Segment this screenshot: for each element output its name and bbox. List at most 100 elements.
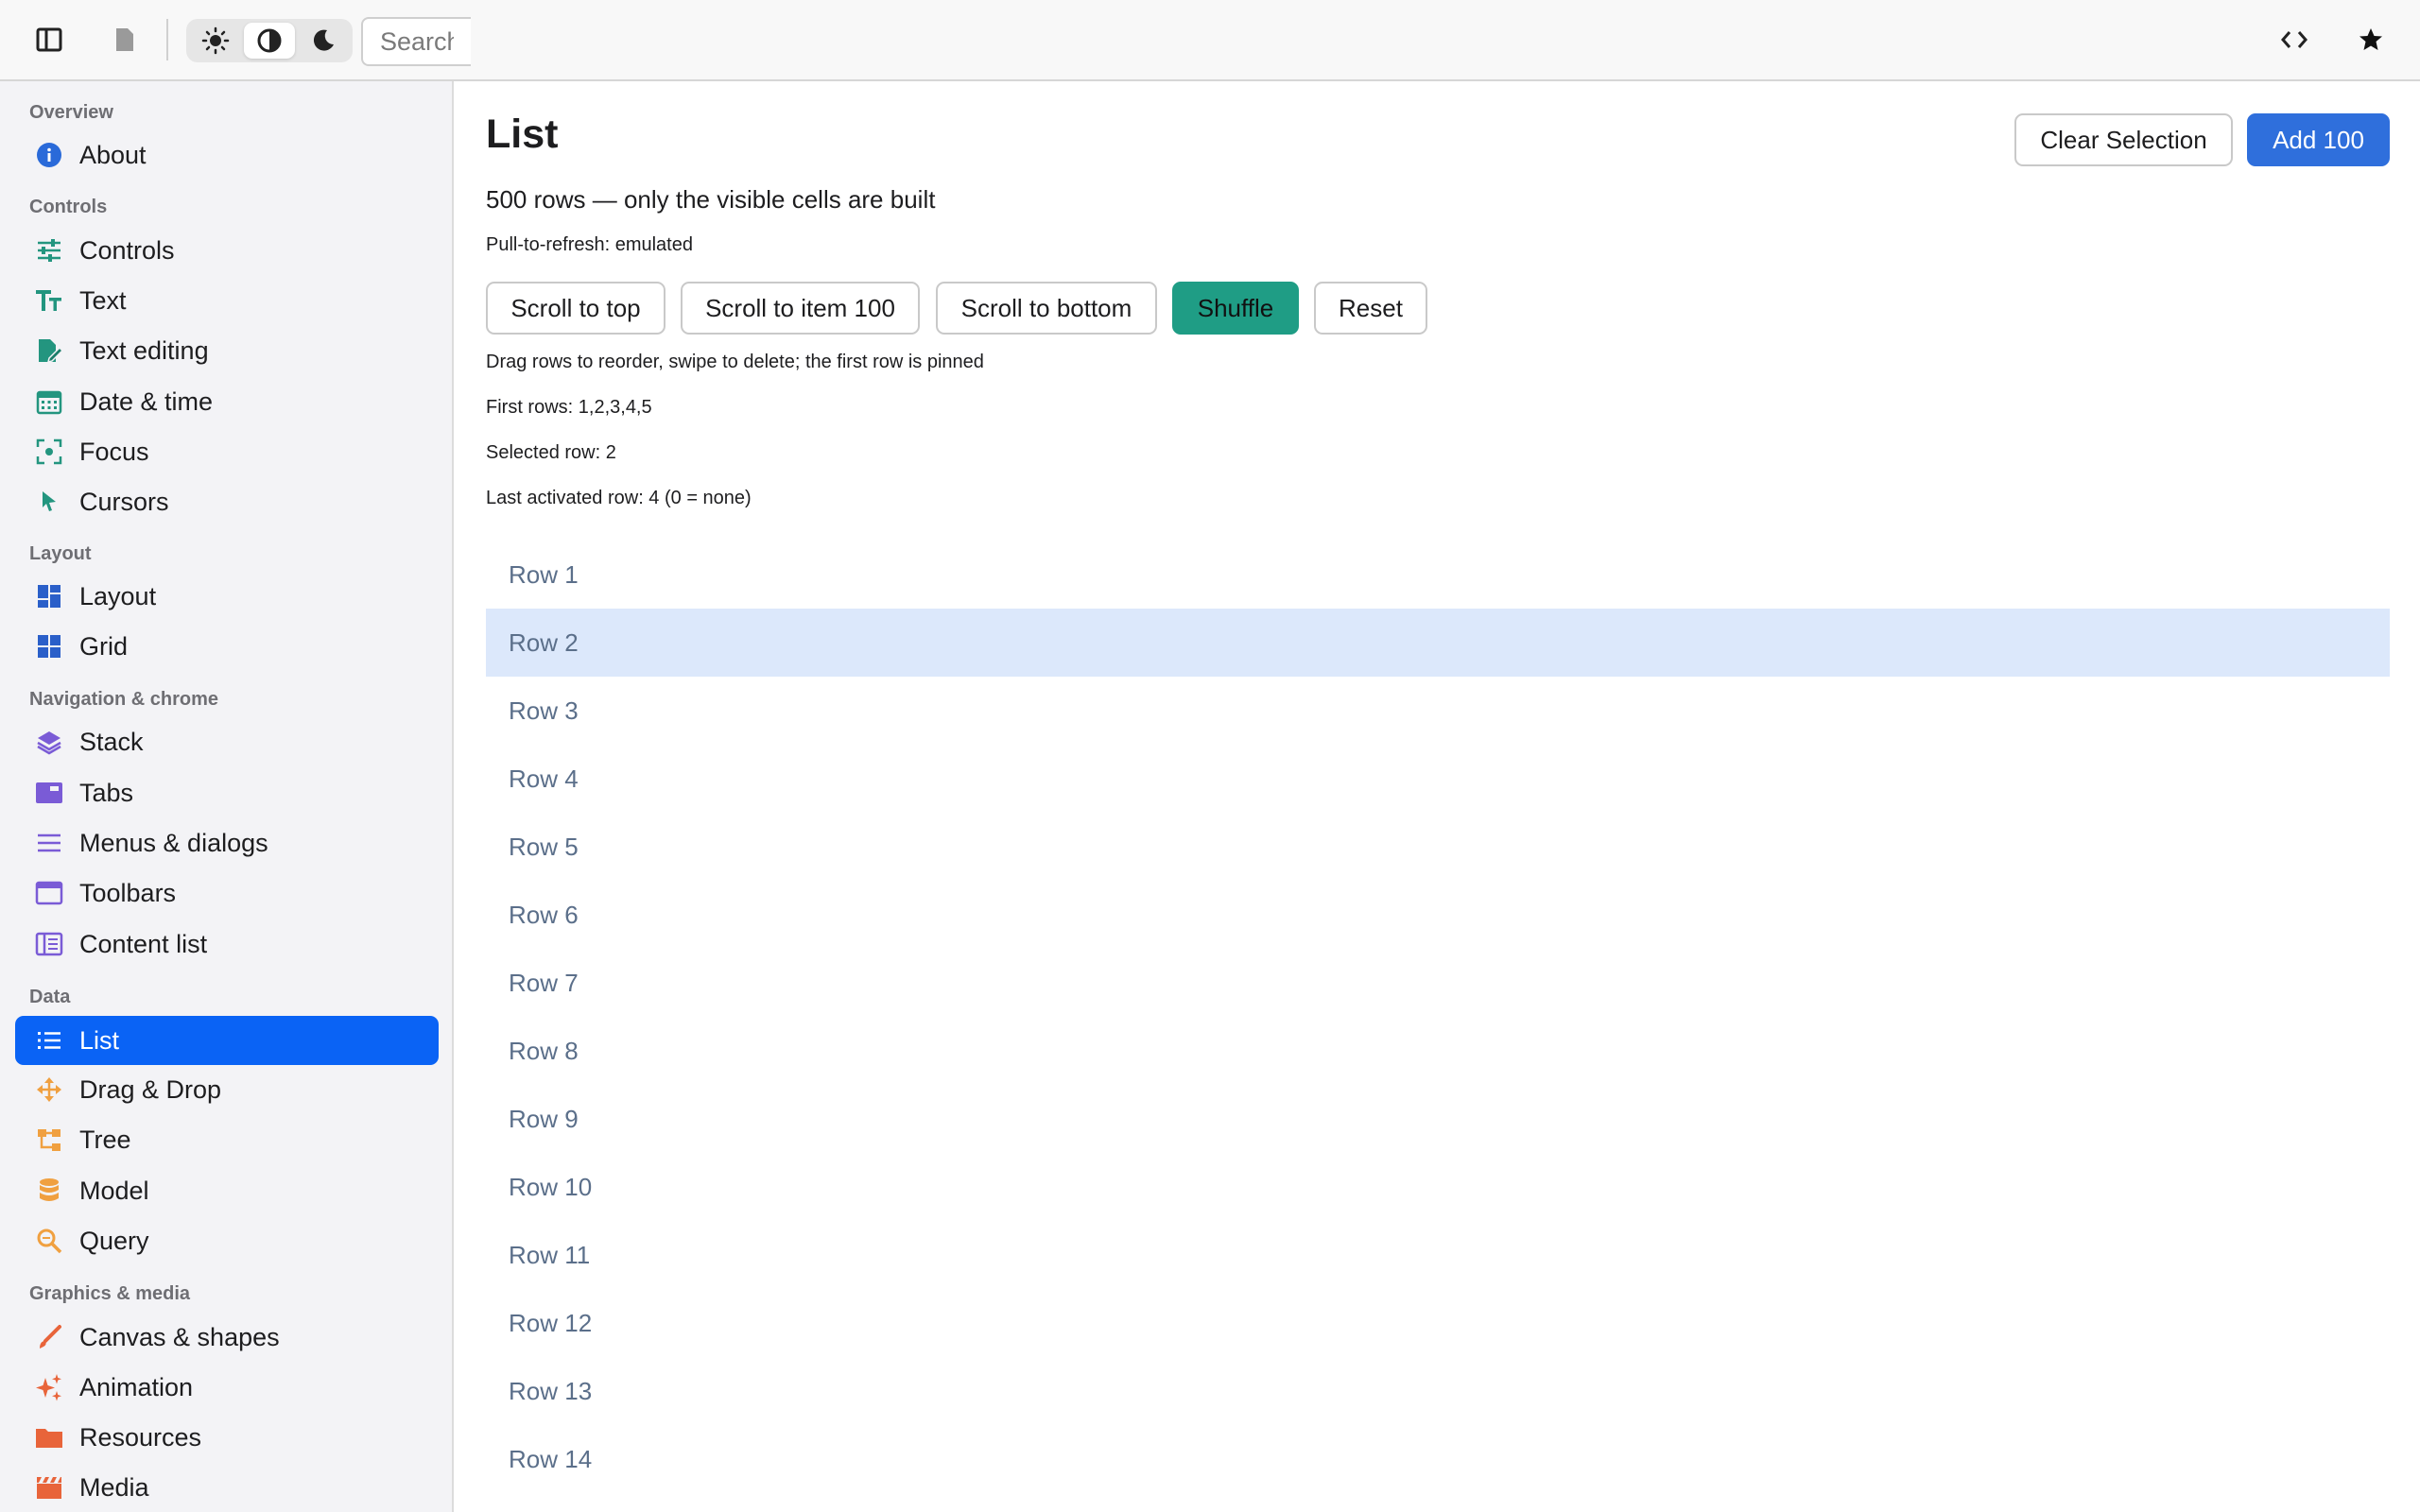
theme-dark-button[interactable] [299,23,349,59]
sidebar-item-date-time[interactable]: Date & time [15,377,439,426]
sidebar-item-label: Grid [79,631,129,661]
table-row[interactable]: Row 10 [486,1153,2390,1221]
last-activated-status: Last activated row: 4 (0 = none) [486,488,752,508]
table-row[interactable]: Row 8 [486,1017,2390,1085]
sidebar-item-menus-dialogs[interactable]: Menus & dialogs [15,818,439,868]
table-row[interactable]: Row 13 [486,1357,2390,1425]
sidebar-item-tree[interactable]: Tree [15,1115,439,1164]
grid-icon [32,629,66,663]
sidebar-item-label: About [79,140,147,169]
sidebar-section-navigation: Navigation & chrome [29,689,219,710]
sidebar-item-text-editing[interactable]: Text editing [15,326,439,375]
table-row[interactable]: Row 3 [486,677,2390,745]
theme-switcher [186,19,353,62]
row-label: Row 5 [509,832,579,861]
sidebar-item-label: Stack [79,727,144,756]
sidebar-item-stack[interactable]: Stack [15,717,439,766]
sidebar-item-media[interactable]: Media [15,1463,439,1512]
add-100-button[interactable]: Add 100 [2247,113,2390,166]
sidebar-item-tabs[interactable]: Tabs [15,768,439,817]
database-icon [32,1174,66,1208]
info-icon [32,138,66,172]
sidebar-item-text[interactable]: Text [15,276,439,325]
sidebar-item-label: Query [79,1226,149,1255]
brush-icon [32,1320,66,1354]
moon-icon [314,29,335,51]
scroll-to-bottom-button[interactable]: Scroll to bottom [936,282,1157,335]
table-row[interactable]: Row 1 [486,541,2390,609]
sidebar-item-toolbars[interactable]: Toolbars [15,868,439,918]
top-toolbar [0,0,2420,81]
row-label: Row 10 [509,1172,593,1201]
sidebar-section-data: Data [29,987,71,1007]
sidebar-item-drag-drop[interactable]: Drag & Drop [15,1065,439,1114]
row-label: Row 9 [509,1104,579,1133]
sidebar-item-resources[interactable]: Resources [15,1413,439,1462]
sidebar-item-animation[interactable]: Animation [15,1363,439,1412]
code-icon [2281,31,2308,48]
view-source-button[interactable] [2272,17,2317,62]
table-row[interactable]: Row 12 [486,1289,2390,1357]
clapper-icon [32,1470,66,1504]
sidebar-item-label: Tabs [79,778,134,807]
window-icon [32,876,66,910]
table-row[interactable]: Row 4 [486,745,2390,813]
list-hint: Drag rows to reorder, swipe to delete; t… [486,352,984,372]
sidebar-item-list[interactable]: List [15,1016,439,1065]
sidebar-item-label: Cursors [79,487,169,516]
row-label: Row 6 [509,900,579,929]
sidebar-item-label: Media [79,1472,149,1502]
shuffle-button[interactable]: Shuffle [1172,282,1299,335]
favorite-button[interactable] [2348,17,2394,62]
file-icon [116,28,133,51]
sidebar-item-content-list[interactable]: Content list [15,919,439,969]
table-row[interactable]: Row 11 [486,1221,2390,1289]
focus-icon [32,435,66,469]
sidebar-item-cursors[interactable]: Cursors [15,477,439,526]
row-label: Row 8 [509,1036,579,1065]
calendar-icon [32,385,66,419]
sidebar-section-graphics: Graphics & media [29,1283,191,1304]
table-row[interactable]: Row 14 [486,1425,2390,1493]
sparkle-icon [32,1370,66,1404]
table-row-selected[interactable]: Row 2 [486,609,2390,677]
table-row[interactable]: Row 7 [486,949,2390,1017]
document-button[interactable] [102,17,147,62]
layout-icon [32,579,66,613]
star-icon [2360,28,2382,50]
sidebar-item-controls[interactable]: Controls [15,226,439,275]
sidebar-item-query[interactable]: Query [15,1216,439,1265]
pull-to-refresh-status: Pull-to-refresh: emulated [486,234,693,255]
row-label: Row 7 [509,968,579,997]
reset-button[interactable]: Reset [1314,282,1427,335]
search-input[interactable] [361,17,471,66]
sidebar-item-label: List [79,1025,120,1055]
table-row[interactable]: Row 9 [486,1085,2390,1153]
scroll-to-item-button[interactable]: Scroll to item 100 [681,282,920,335]
sidebar-item-layout[interactable]: Layout [15,572,439,621]
sidebar-item-label: Menus & dialogs [79,828,268,857]
sidebar-item-grid[interactable]: Grid [15,622,439,671]
theme-light-button[interactable] [190,23,240,59]
text-icon [32,284,66,318]
sidebar-section-overview: Overview [29,102,113,123]
theme-auto-button[interactable] [244,23,295,59]
sidebar-item-label: Text [79,285,127,315]
scroll-to-top-button[interactable]: Scroll to top [486,282,666,335]
sidebar-item-label: Content list [79,929,208,958]
sidebar-item-focus[interactable]: Focus [15,427,439,476]
sidebar-item-about[interactable]: About [15,130,439,180]
sidebar-item-model[interactable]: Model [15,1166,439,1215]
search-icon [32,1224,66,1258]
clear-selection-button[interactable]: Clear Selection [2014,113,2233,166]
sidebar: Overview About Controls Controls Text Te… [0,81,454,1512]
sidebar-item-label: Toolbars [79,878,177,907]
sidebar-item-canvas-shapes[interactable]: Canvas & shapes [15,1313,439,1362]
table-row[interactable]: Row 5 [486,813,2390,881]
sidebar-toggle-button[interactable] [26,17,72,62]
first-rows-status: First rows: 1,2,3,4,5 [486,397,652,418]
selected-row-status: Selected row: 2 [486,442,616,463]
table-row[interactable]: Row 6 [486,881,2390,949]
move-icon [32,1073,66,1107]
row-list[interactable]: Row 1 Row 2 Row 3 Row 4 Row 5 Row 6 Row … [486,541,2390,1493]
